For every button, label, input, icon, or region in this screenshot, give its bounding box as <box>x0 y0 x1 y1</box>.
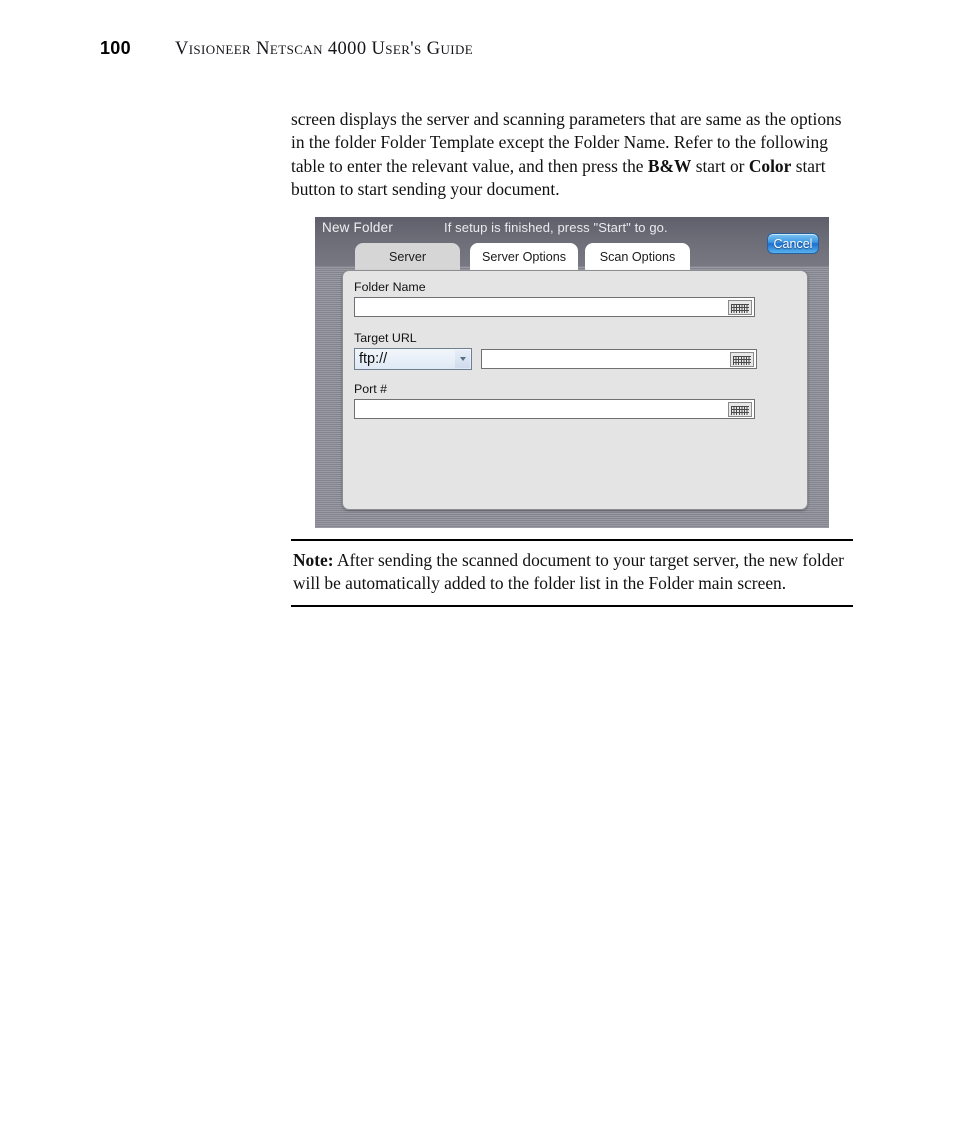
bold-bw-term: B&W <box>647 155 692 176</box>
chevron-down-icon[interactable] <box>455 350 470 368</box>
folder-name-label: Folder Name <box>354 280 426 294</box>
note-text: Note: After sending the scanned document… <box>291 541 853 605</box>
field-folder-name: Folder Name <box>354 280 755 317</box>
field-port-number: Port # <box>354 382 755 419</box>
tab-scan-options[interactable]: Scan Options <box>585 243 690 270</box>
note-rule-bottom <box>291 604 853 607</box>
note-block: Note: After sending the scanned document… <box>291 539 853 607</box>
keyboard-icon[interactable] <box>728 300 752 315</box>
note-label: Note: <box>293 550 334 570</box>
folder-name-input[interactable] <box>354 297 755 317</box>
body-paragraph-part2: start or <box>691 155 749 176</box>
server-settings-panel: Folder Name Target URL ftp:// Port # <box>342 270 808 510</box>
tab-server-options[interactable]: Server Options <box>470 243 578 270</box>
dialog-hint-text: If setup is finished, press "Start" to g… <box>444 220 668 235</box>
port-number-input[interactable] <box>354 399 755 419</box>
bold-color-term: Color <box>748 155 792 176</box>
target-url-row: ftp:// <box>354 348 757 370</box>
body-text-column: screen displays the server and scanning … <box>291 108 853 201</box>
target-url-input[interactable] <box>481 349 757 369</box>
page-header: 100 Visioneer Netscan 4000 User's Guide <box>100 38 860 66</box>
dialog-title: New Folder <box>322 220 394 235</box>
body-paragraph: screen displays the server and scanning … <box>291 108 853 201</box>
device-screenshot-figure: New Folder If setup is finished, press "… <box>315 217 829 528</box>
target-url-label: Target URL <box>354 331 417 345</box>
page-number: 100 <box>100 38 131 58</box>
dialog-titlebar: New Folder If setup is finished, press "… <box>315 217 829 270</box>
field-target-url: Target URL ftp:// <box>354 331 757 370</box>
keyboard-icon[interactable] <box>728 402 752 417</box>
protocol-dropdown[interactable]: ftp:// <box>354 348 472 370</box>
cancel-button[interactable]: Cancel <box>767 233 819 254</box>
port-number-label: Port # <box>354 382 388 396</box>
tab-server[interactable]: Server <box>355 243 460 270</box>
protocol-dropdown-value: ftp:// <box>359 351 388 367</box>
note-body-text: After sending the scanned document to yo… <box>293 550 844 594</box>
keyboard-icon[interactable] <box>730 352 754 367</box>
running-head: Visioneer Netscan 4000 User's Guide <box>174 39 474 59</box>
